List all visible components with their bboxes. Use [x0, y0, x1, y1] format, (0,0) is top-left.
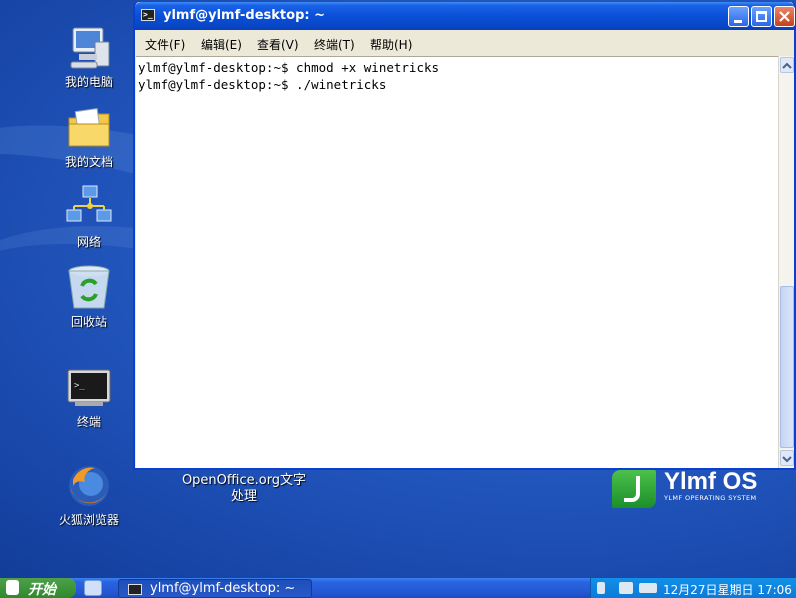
minimize-button[interactable] — [728, 6, 749, 27]
menu-file[interactable]: 文件(F) — [145, 36, 185, 53]
ylmf-os-logo: Ylmf OS YLMF OPERATING SYSTEM — [612, 468, 772, 510]
firefox-icon — [65, 462, 113, 510]
close-button[interactable] — [774, 6, 795, 27]
task-label: ylmf@ylmf-desktop: ~ — [150, 581, 296, 596]
desktop-icon-network[interactable]: 网络 — [44, 184, 134, 249]
svg-text:>_: >_ — [74, 381, 85, 391]
taskbar-task-terminal[interactable]: ylmf@ylmf-desktop: ~ — [118, 579, 312, 598]
arrow-up-icon — [782, 62, 792, 69]
volume-icon[interactable] — [597, 582, 605, 594]
desktop-icon-openoffice-writer[interactable]: OpenOffice.org文字处理 — [178, 473, 310, 505]
arrow-down-icon — [782, 456, 792, 463]
scroll-thumb[interactable] — [780, 286, 794, 448]
recycle-bin-icon — [65, 264, 113, 312]
desktop-icon-label: 我的文档 — [64, 155, 113, 169]
desktop-icon-my-documents[interactable]: 我的文档 — [44, 104, 134, 169]
terminal-output[interactable]: ylmf@ylmf-desktop:~$ chmod +x winetricks… — [136, 56, 781, 468]
documents-folder-icon — [65, 104, 113, 152]
terminal-line: ylmf@ylmf-desktop:~$ chmod +x winetricks — [138, 60, 440, 75]
logo-subtitle: YLMF OPERATING SYSTEM — [664, 494, 757, 502]
desktop-icon-label: OpenOffice.org文字处理 — [181, 473, 307, 504]
desktop-icon-label: 网络 — [76, 235, 101, 249]
menu-terminal[interactable]: 终端(T) — [314, 36, 355, 53]
network-status-icon[interactable] — [619, 582, 633, 594]
logo-name: Ylmf OS — [664, 468, 758, 495]
desktop-icon-label: 我的电脑 — [64, 75, 113, 89]
desktop-icon-label: 终端 — [76, 415, 101, 429]
ylmf-logo-mark-icon — [612, 470, 656, 508]
start-button[interactable]: 开始 — [0, 578, 76, 598]
maximize-icon — [756, 11, 767, 22]
terminal-window[interactable]: >_ ylmf@ylmf-desktop: ~ 文件(F) 编辑(E) 查看(V… — [133, 2, 796, 470]
terminal-icon: >_ — [65, 364, 113, 412]
menu-bar: 文件(F) 编辑(E) 查看(V) 终端(T) 帮助(H) — [135, 30, 794, 56]
system-tray: 12月27日星期日 17:06 — [590, 578, 796, 598]
close-icon — [779, 11, 790, 22]
maximize-button[interactable] — [751, 6, 772, 27]
scroll-down-button[interactable] — [780, 450, 794, 466]
terminal-title-icon: >_ — [141, 9, 155, 21]
vertical-scrollbar[interactable] — [778, 56, 794, 468]
desktop-icon-recycle-bin[interactable]: 回收站 — [44, 264, 134, 329]
start-logo-icon — [6, 580, 19, 595]
desktop-icon-label: 回收站 — [70, 315, 107, 329]
desktop-icon-label: 火狐浏览器 — [58, 513, 119, 527]
network-icon — [65, 184, 113, 232]
terminal-line: ylmf@ylmf-desktop:~$ ./winetricks — [138, 77, 387, 92]
menu-view[interactable]: 查看(V) — [257, 36, 299, 53]
menu-help[interactable]: 帮助(H) — [370, 36, 412, 53]
computer-icon — [65, 24, 113, 72]
scroll-up-button[interactable] — [780, 57, 794, 73]
menu-edit[interactable]: 编辑(E) — [201, 36, 242, 53]
taskbar: 开始 ylmf@ylmf-desktop: ~ 12月27日星期日 17:06 — [0, 578, 796, 598]
window-title: ylmf@ylmf-desktop: ~ — [163, 8, 326, 23]
desktop-icon-terminal[interactable]: >_ 终端 — [44, 364, 134, 429]
desktop-icon-firefox[interactable]: 火狐浏览器 — [44, 462, 134, 527]
window-titlebar[interactable]: >_ ylmf@ylmf-desktop: ~ — [135, 2, 795, 30]
start-label: 开始 — [28, 582, 56, 598]
terminal-task-icon — [128, 584, 142, 595]
keyboard-icon[interactable] — [639, 583, 657, 593]
minimize-icon — [734, 20, 742, 23]
clock[interactable]: 12月27日星期日 17:06 — [663, 581, 792, 598]
desktop-icon-my-computer[interactable]: 我的电脑 — [44, 24, 134, 89]
show-desktop-icon[interactable] — [84, 580, 102, 596]
